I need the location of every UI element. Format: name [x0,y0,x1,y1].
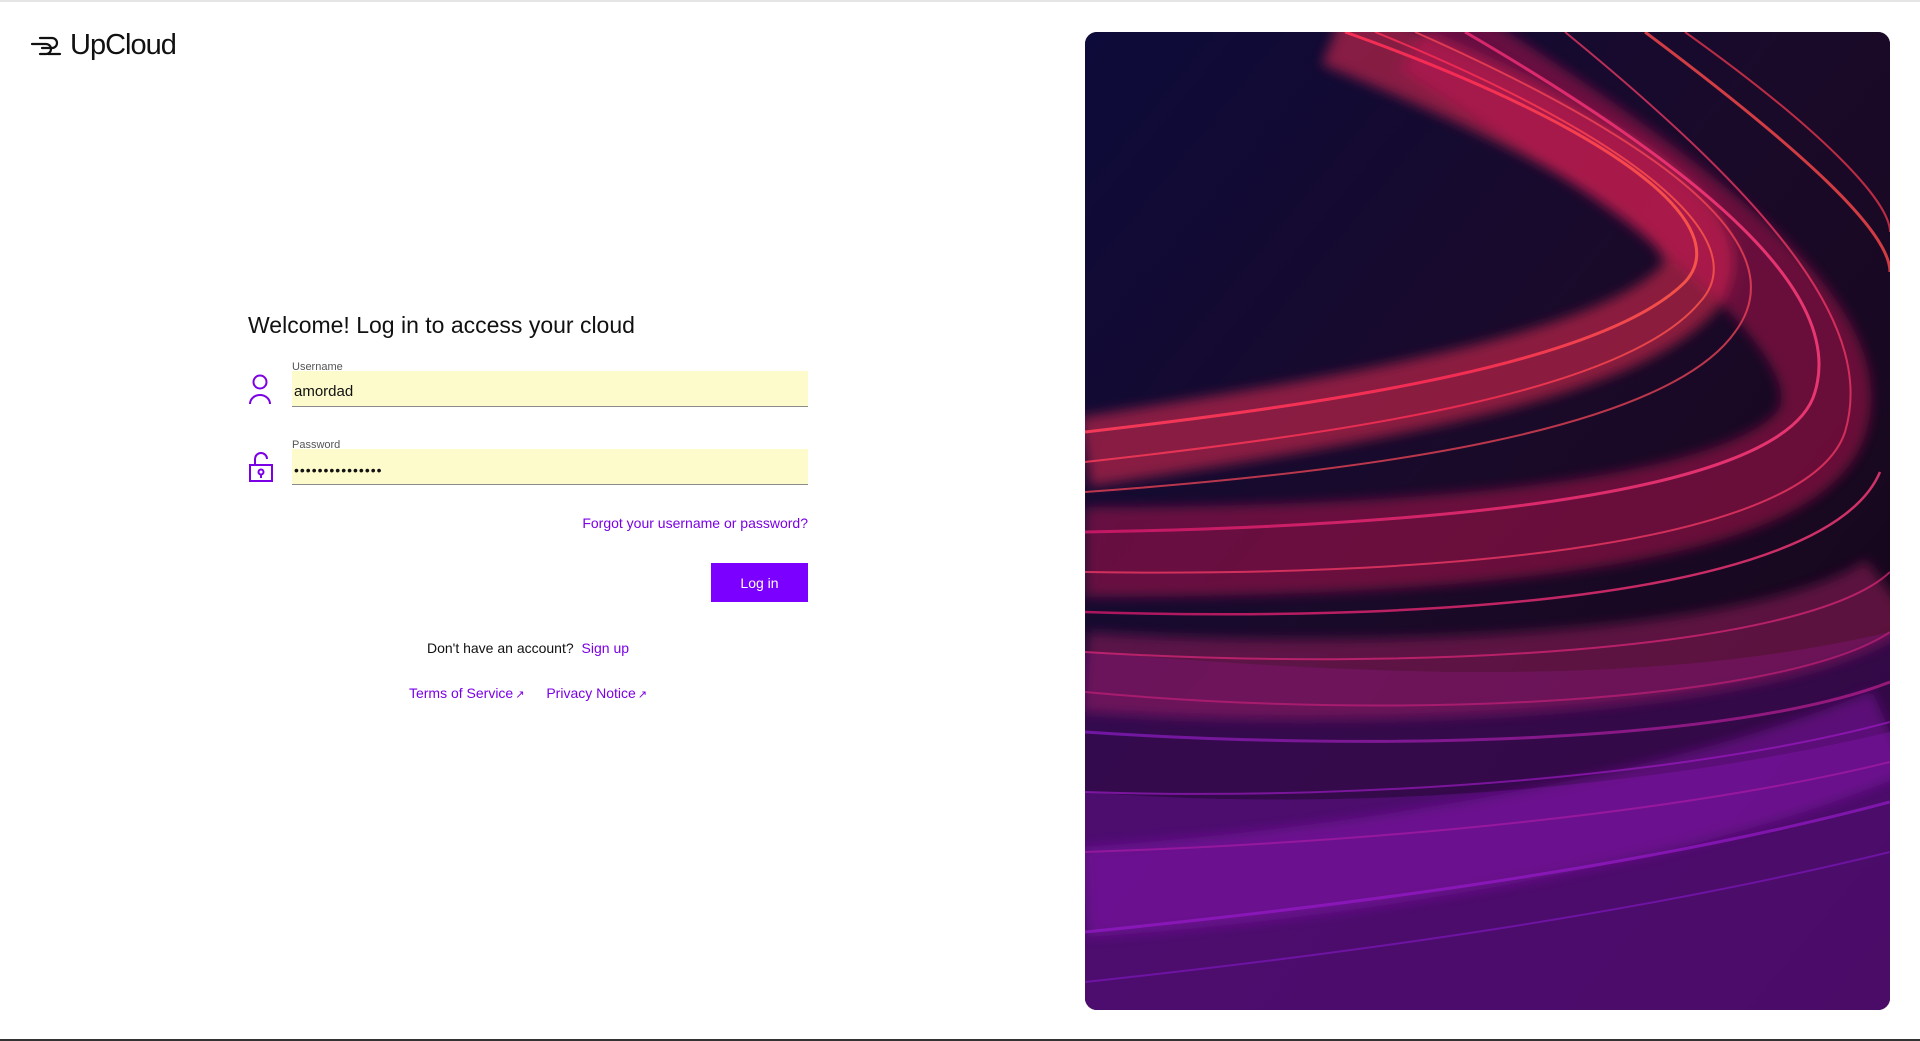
legal-links: Terms of Service ↗ Privacy Notice ↗ [248,685,808,701]
hero-image [1085,32,1890,1010]
external-link-icon: ↗ [637,689,648,701]
forgot-password-link[interactable]: Forgot your username or password? [582,515,808,531]
login-button[interactable]: Log in [711,563,808,602]
terms-of-service-link[interactable]: Terms of Service ↗ [409,685,524,701]
password-box: Password [292,439,808,485]
username-input[interactable] [292,371,808,407]
username-box: Username [292,361,808,407]
brand-logo[interactable]: UpCloud [30,29,177,62]
password-input[interactable] [292,449,808,485]
light-streaks-illustration [1085,32,1890,1010]
login-form: Welcome! Log in to access your cloud Use… [248,312,808,701]
brand-name: UpCloud [70,29,177,61]
signup-link[interactable]: Sign up [582,640,629,656]
password-field: Password [248,439,808,485]
terms-of-service-label: Terms of Service [408,685,514,701]
button-row: Log in [248,563,808,602]
signup-prompt: Don't have an account? [426,640,574,656]
login-page: UpCloud Welcome! Log in to access your c… [0,0,1920,1041]
lock-icon [248,449,282,485]
external-link-icon: ↗ [515,689,525,701]
privacy-notice-label: Privacy Notice [546,685,636,701]
privacy-notice-link[interactable]: Privacy Notice ↗ [546,685,647,701]
signup-row: Don't have an account? Sign up [248,640,808,656]
forgot-row: Forgot your username or password? [248,515,808,533]
user-icon [248,371,282,407]
upcloud-logo-icon [30,36,62,55]
page-title: Welcome! Log in to access your cloud [248,312,635,338]
username-field: Username [248,361,808,407]
